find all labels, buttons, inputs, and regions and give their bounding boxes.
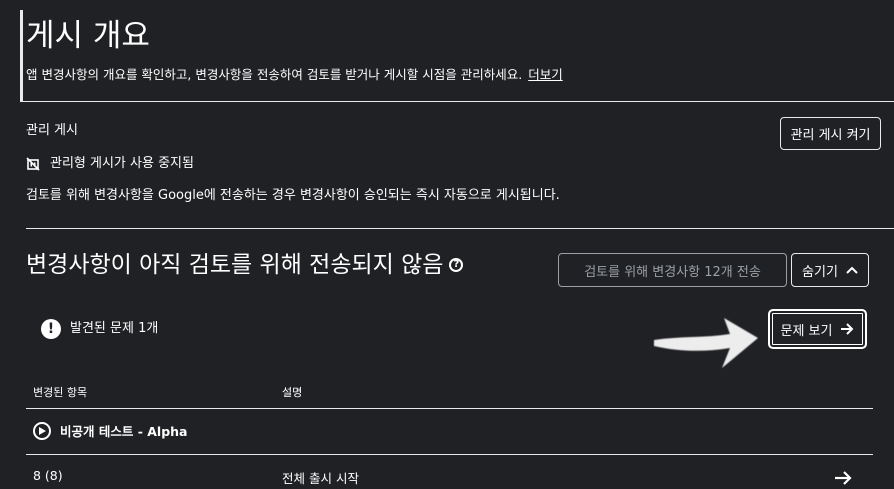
view-issues-label: 문제 보기	[780, 323, 833, 339]
exclamation-circle-icon: !	[41, 319, 61, 339]
changes-section-title: 변경사항이 아직 검토를 위해 전송되지 않음 ?	[26, 250, 464, 280]
view-issues-button[interactable]: 문제 보기	[768, 309, 867, 349]
managed-publishing-status: 관리형 게시가 사용 중지됨	[26, 155, 194, 173]
page-description: 앱 변경사항의 개요를 확인하고, 변경사항을 전송하여 검토를 받거나 게시할…	[26, 66, 563, 84]
table-row-divider	[26, 454, 873, 455]
managed-publishing-label: 관리 게시	[26, 123, 78, 138]
pointer-arrow-icon	[650, 308, 762, 380]
changes-section-title-text: 변경사항이 아직 검토를 위해 전송되지 않음	[26, 252, 444, 278]
arrow-right-icon	[840, 323, 854, 335]
turn-on-managed-publishing-button[interactable]: 관리 게시 켜기	[780, 117, 881, 150]
chevron-up-icon	[846, 266, 858, 274]
publishing-paused-icon	[26, 157, 40, 171]
managed-publishing-info: 검토를 위해 변경사항을 Google에 전송하는 경우 변경사항이 승인되는 …	[26, 188, 560, 203]
issues-found-text: 발견된 문제 1개	[70, 321, 159, 336]
table-row[interactable]: 8 (8) 전체 출시 시작	[26, 464, 873, 486]
hide-button[interactable]: 숨기기	[791, 253, 869, 287]
send-changes-for-review-button[interactable]: 검토를 위해 변경사항 12개 전송	[558, 253, 787, 287]
managed-publishing-status-text: 관리형 게시가 사용 중지됨	[50, 156, 194, 171]
header-accent-bar	[20, 10, 23, 101]
play-circle-icon	[33, 421, 51, 440]
issues-found: ! 발견된 문제 1개	[41, 319, 158, 339]
section-divider	[26, 228, 894, 229]
changed-item-value: 8 (8)	[33, 468, 63, 483]
table-header-divider	[26, 408, 873, 409]
column-header-description: 설명	[282, 386, 303, 399]
header-divider	[20, 101, 894, 102]
hide-button-label: 숨기기	[802, 264, 838, 280]
help-circle-icon[interactable]: ?	[449, 258, 464, 272]
learn-more-link[interactable]: 더보기	[528, 67, 563, 82]
column-header-changed-item: 변경된 항목	[33, 386, 88, 399]
table-row: 비공개 테스트 - Alpha	[33, 421, 187, 440]
arrow-right-icon[interactable]	[834, 470, 852, 489]
page-title: 게시 개요	[26, 18, 150, 54]
page-description-text: 앱 변경사항의 개요를 확인하고, 변경사항을 전송하여 검토를 받거나 게시할…	[26, 67, 523, 82]
track-group-label: 비공개 테스트 - Alpha	[60, 424, 188, 439]
